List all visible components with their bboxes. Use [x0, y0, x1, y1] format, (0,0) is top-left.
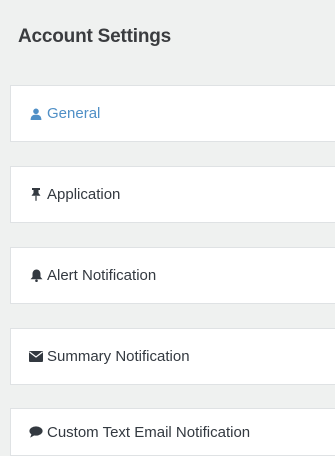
- user-icon: [29, 107, 43, 121]
- menu-item-label: Alert Notification: [47, 267, 157, 284]
- menu-item-label: Custom Text Email Notification: [47, 423, 251, 441]
- menu-item-general[interactable]: General: [10, 85, 335, 142]
- comment-icon: [29, 425, 43, 439]
- page-title: Account Settings: [18, 26, 172, 47]
- menu-item-application[interactable]: Application: [10, 166, 335, 223]
- bell-icon: [29, 269, 43, 283]
- menu-item-label: Summary Notification: [47, 348, 190, 365]
- pin-icon: [29, 188, 43, 202]
- menu-item-label: General: [47, 105, 101, 122]
- envelope-icon: [29, 350, 43, 364]
- menu-item-custom-text-email-notification[interactable]: Custom Text Email Notification: [10, 408, 335, 456]
- menu-item-label: Application: [47, 186, 121, 203]
- account-settings-panel: Account Settings General Application Ale…: [0, 0, 335, 456]
- menu-item-alert-notification[interactable]: Alert Notification: [10, 247, 335, 304]
- menu-item-summary-notification[interactable]: Summary Notification: [10, 328, 335, 385]
